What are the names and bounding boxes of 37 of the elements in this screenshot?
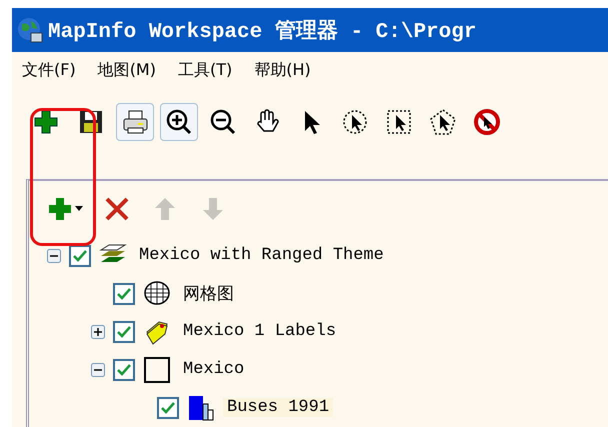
caret-icon: [75, 206, 83, 212]
layer-name[interactable]: Buses 1991: [223, 398, 334, 418]
zoom-in-icon: [165, 108, 193, 136]
zoom-in-button[interactable]: [160, 103, 198, 142]
collapse-icon[interactable]: [91, 362, 105, 377]
menu-item[interactable]: 帮助(H): [254, 60, 311, 81]
checkbox[interactable]: [113, 320, 135, 343]
checkmark-icon: [117, 288, 131, 300]
checkbox[interactable]: [113, 358, 135, 381]
checkmark-icon: [161, 402, 175, 414]
expand-icon[interactable]: [91, 324, 105, 339]
menu-item[interactable]: 地图(M): [98, 60, 156, 81]
checkbox[interactable]: [157, 396, 179, 419]
checkmark-icon: [117, 326, 131, 338]
checkmark-icon: [117, 364, 131, 376]
polygon-select-icon: [429, 108, 457, 136]
print-button[interactable]: [116, 103, 154, 142]
collapse-icon[interactable]: [47, 248, 61, 263]
zoom-out-icon: [209, 108, 237, 136]
layer-name[interactable]: Mexico with Ranged Theme: [135, 246, 388, 266]
layer-name[interactable]: 网格图: [179, 282, 238, 306]
printer-icon: [121, 108, 149, 136]
no-entry-icon: [473, 108, 501, 136]
marquee-select-icon: [385, 108, 413, 136]
layer-name[interactable]: Mexico: [179, 360, 248, 380]
layer-name[interactable]: Mexico 1 Labels: [179, 322, 340, 342]
radius-select-icon: [341, 108, 369, 136]
menu-item[interactable]: 文件(F): [22, 60, 76, 81]
square-icon: [143, 356, 171, 384]
window-title: MapInfo Workspace 管理器 - C:\Progr: [48, 18, 476, 44]
checkmark-icon: [73, 250, 87, 262]
checkbox[interactable]: [113, 282, 135, 305]
menu-item[interactable]: 工具(T): [178, 60, 232, 81]
bar-chart-icon: [187, 394, 215, 422]
delete-x-icon: [103, 194, 131, 223]
globe-icon: [16, 16, 44, 44]
checkbox[interactable]: [69, 244, 91, 267]
